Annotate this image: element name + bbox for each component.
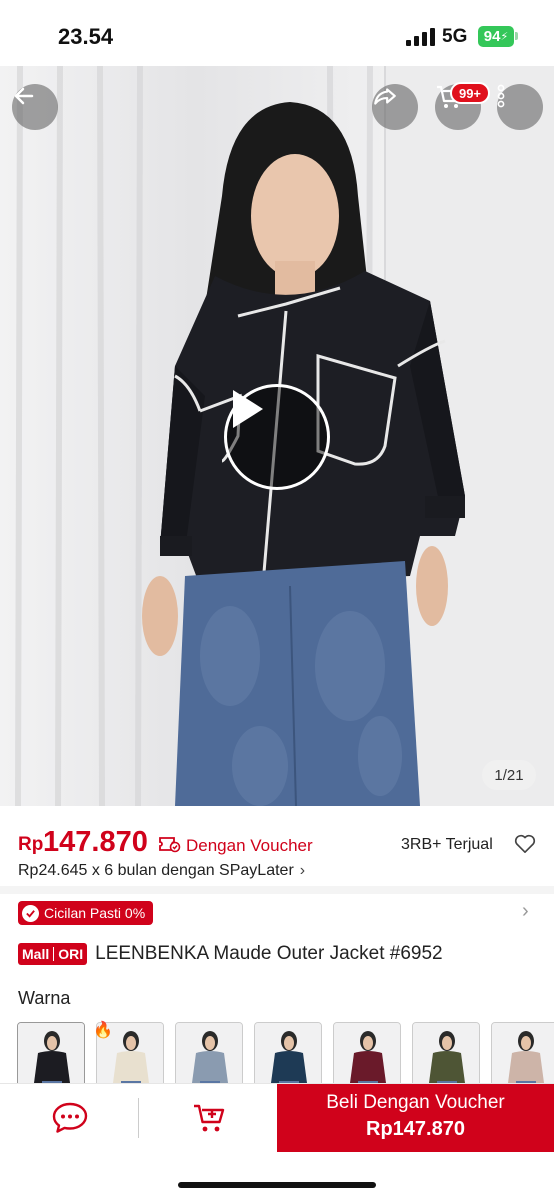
hot-icon: 🔥 [93, 1022, 113, 1039]
battery-icon: 94 ⚡ [478, 26, 514, 47]
ori-label: ORI [58, 946, 84, 962]
mall-ori-badge: Mall ORI [18, 943, 88, 965]
back-button[interactable] [12, 84, 58, 130]
check-circle-icon [22, 904, 39, 922]
chat-button[interactable] [38, 1096, 102, 1140]
play-video-button[interactable] [224, 384, 330, 490]
installment-text: Rp24.645 x 6 bulan dengan SPayLater [18, 862, 294, 879]
share-button[interactable] [372, 84, 418, 130]
price-currency: Rp [18, 834, 44, 855]
battery-tip [515, 32, 518, 40]
variant-swatch[interactable] [491, 1022, 554, 1084]
play-icon [233, 390, 263, 428]
status-bar: 23.54 5G 94 ⚡ [0, 0, 554, 66]
more-icon [497, 84, 505, 108]
spaylater-installment[interactable]: Rp24.645 x 6 bulan dengan SPayLater › [18, 862, 305, 880]
chevron-right-icon[interactable]: › [522, 900, 529, 923]
battery-level: 94 [483, 28, 501, 45]
product-title: LEENBENKA Maude Outer Jacket #6952 [95, 943, 443, 964]
voucher-label: Dengan Voucher [186, 836, 313, 855]
signal-icon [406, 28, 435, 46]
mall-label: Mall [22, 946, 50, 962]
cicilan-label: Cicilan Pasti 0% [44, 905, 146, 921]
more-button[interactable] [497, 84, 543, 130]
price-amount: 147.870 [43, 826, 148, 858]
variant-swatches: 🔥 [17, 1020, 554, 1084]
add-cart-icon [194, 1104, 225, 1132]
voucher-icon [159, 837, 181, 853]
price-row: Rp 147.870 Dengan Voucher 3RB+ Terjual [18, 826, 538, 860]
product-title-row: Mall ORI LEENBENKA Maude Outer Jacket #6… [18, 943, 443, 965]
divider [0, 886, 554, 894]
image-counter: 1/21 [482, 760, 536, 790]
product-image[interactable]: 99+ 1/21 [0, 66, 554, 806]
buy-button-price: Rp147.870 [366, 1118, 465, 1140]
buy-button-label: Beli Dengan Voucher [326, 1092, 505, 1113]
chevron-right-icon: › [299, 862, 306, 879]
heart-icon[interactable] [514, 834, 536, 854]
divider [138, 1098, 139, 1138]
share-icon [374, 88, 396, 105]
chat-icon [52, 1102, 88, 1133]
status-time: 23.54 [58, 24, 114, 49]
add-to-cart-button[interactable] [180, 1096, 240, 1140]
back-arrow-icon [14, 87, 34, 105]
network-label: 5G [442, 26, 468, 47]
variant-swatch[interactable] [175, 1022, 243, 1084]
buy-with-voucher-button[interactable]: Beli Dengan Voucher Rp147.870 [277, 1084, 554, 1152]
cart-badge: 99+ [450, 82, 490, 104]
sold-count: 3RB+ Terjual [401, 836, 493, 853]
home-indicator[interactable] [178, 1182, 376, 1188]
variant-label: Warna [18, 988, 71, 1008]
cicilan-badge[interactable]: Cicilan Pasti 0% [18, 901, 154, 925]
variant-swatch[interactable] [254, 1022, 322, 1084]
variant-swatch[interactable] [412, 1022, 480, 1084]
variant-swatch[interactable] [17, 1022, 85, 1084]
bottom-action-bar: Beli Dengan Voucher Rp147.870 [0, 1083, 554, 1199]
variant-swatch[interactable] [333, 1022, 401, 1084]
